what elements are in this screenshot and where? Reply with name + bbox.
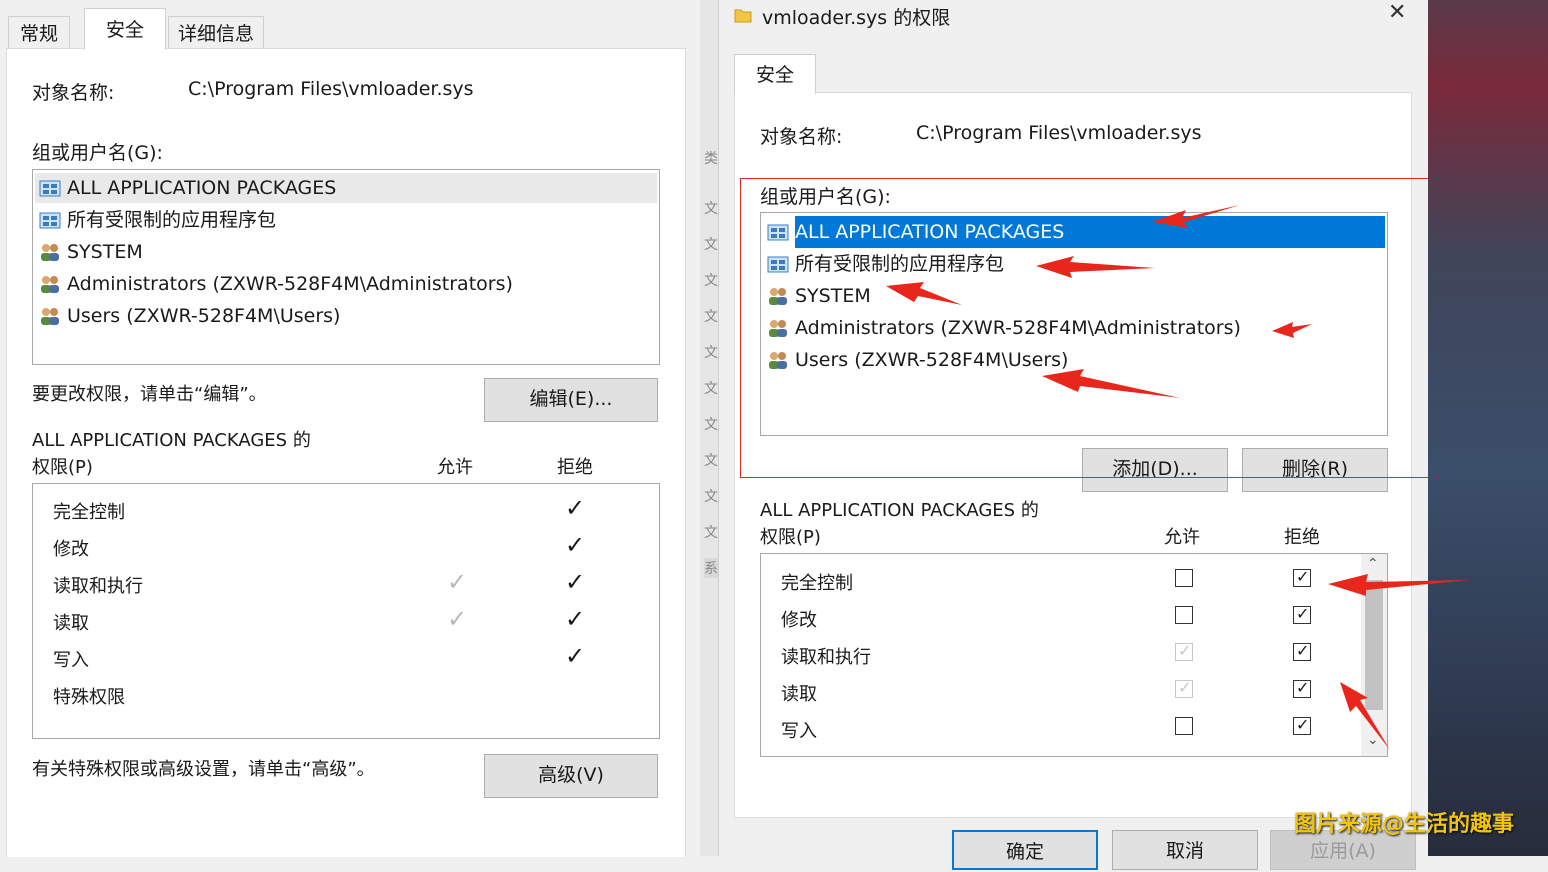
tab-security[interactable]: 安全 (84, 8, 166, 50)
watermark: 图片来源@生活的趣事 (1294, 812, 1515, 837)
annotation-arrows (886, 205, 1470, 750)
tab-security[interactable]: 安全 (734, 54, 816, 94)
